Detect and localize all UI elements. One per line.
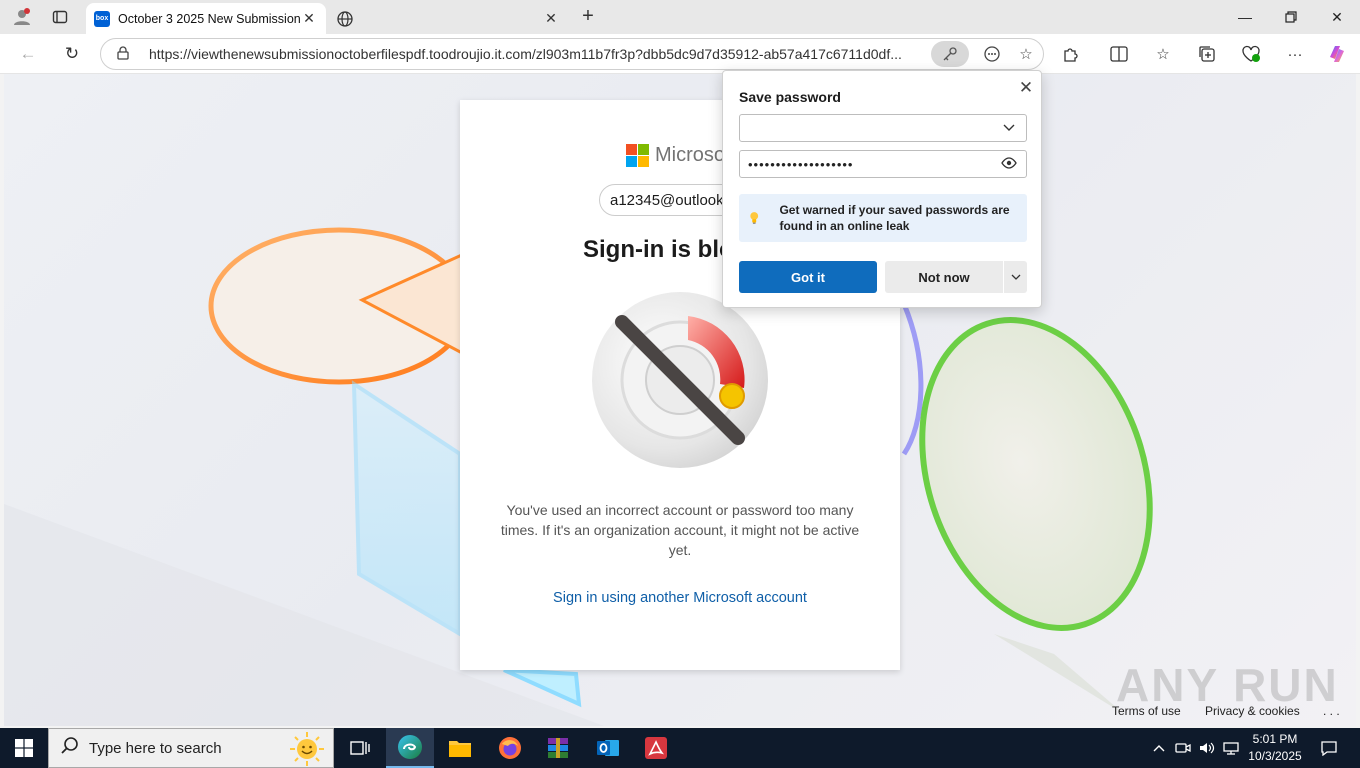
search-placeholder: Type here to search <box>89 739 222 757</box>
lock-icon[interactable] <box>117 45 133 63</box>
refresh-icon[interactable]: ↻ <box>58 41 86 67</box>
got-it-button[interactable]: Got it <box>739 261 877 293</box>
tab-close-icon[interactable]: ✕ <box>300 10 318 27</box>
firefox-icon[interactable] <box>486 728 534 768</box>
blocked-illustration-icon <box>592 292 768 468</box>
address-bar[interactable]: https://viewthenewsubmissionoctoberfiles… <box>100 38 1044 70</box>
leak-warning-text: Get warned if your saved passwords are f… <box>779 203 1010 233</box>
chevron-down-icon[interactable] <box>1000 121 1018 135</box>
read-aloud-icon[interactable] <box>975 41 1009 67</box>
taskbar-search-box[interactable]: Type here to search <box>48 728 334 768</box>
tab-new-page[interactable]: ✕ <box>330 3 566 34</box>
tab-close-icon[interactable]: ✕ <box>542 10 560 27</box>
minimize-icon[interactable]: — <box>1222 0 1268 34</box>
weather-sun-icon[interactable] <box>289 731 325 767</box>
volume-icon[interactable] <box>1196 728 1218 768</box>
back-arrow-icon[interactable]: ← <box>14 41 42 67</box>
collections-icon[interactable] <box>1192 41 1222 67</box>
task-view-icon[interactable] <box>336 728 384 768</box>
not-now-button[interactable]: Not now <box>885 261 1003 293</box>
outlook-icon[interactable] <box>584 728 632 768</box>
split-screen-icon[interactable] <box>1104 41 1134 67</box>
close-icon[interactable]: ✕ <box>1015 77 1037 99</box>
username-select[interactable] <box>739 114 1027 142</box>
file-explorer-icon[interactable] <box>436 728 484 768</box>
winrar-icon[interactable] <box>534 728 582 768</box>
favorite-star-icon[interactable]: ☆ <box>1009 41 1043 67</box>
acrobat-icon[interactable] <box>632 728 680 768</box>
key-icon[interactable] <box>931 41 969 67</box>
search-icon <box>61 736 79 760</box>
eye-icon[interactable] <box>1000 156 1018 172</box>
browser-tab-bar: box October 3 2025 New Submission ✕ ✕ + … <box>0 0 1360 34</box>
globe-icon <box>337 10 353 27</box>
lightbulb-icon <box>750 212 759 224</box>
tab-active[interactable]: box October 3 2025 New Submission ✕ <box>86 3 326 34</box>
sign-in-another-account-link[interactable]: Sign in using another Microsoft account <box>500 590 860 606</box>
error-message: You've used an incorrect account or pass… <box>500 502 860 558</box>
tab-title: October 3 2025 New Submission <box>118 11 300 26</box>
browser-toolbar: ← ↻ https://viewthenewsubmissionoctoberf… <box>0 34 1360 74</box>
clock-time: 5:01 PM <box>1252 732 1298 746</box>
microsoft-squares-icon <box>626 144 649 167</box>
password-field[interactable]: ••••••••••••••••••• <box>739 150 1027 178</box>
restore-icon[interactable] <box>1268 0 1314 34</box>
favorites-icon[interactable]: ☆ <box>1148 41 1178 67</box>
address-url[interactable]: https://viewthenewsubmissionoctoberfiles… <box>149 46 931 62</box>
windows-taskbar: Type here to search 5:01 PM 10/3/2025 <box>0 728 1360 768</box>
extensions-icon[interactable] <box>1056 41 1086 67</box>
tab-actions-icon[interactable] <box>48 6 72 28</box>
new-tab-button[interactable]: + <box>576 6 600 28</box>
terms-of-use-link[interactable]: Terms of use <box>1112 704 1181 718</box>
box-favicon-icon: box <box>94 10 110 27</box>
page-viewport: Microsoft a12345@outlook.com Sign-in is … <box>4 74 1356 726</box>
show-hidden-icons[interactable] <box>1148 728 1170 768</box>
save-password-dialog: Save password ✕ ••••••••••••••••••• Get … <box>722 70 1042 308</box>
footer-more-button[interactable]: . . . <box>1323 704 1340 718</box>
copilot-icon[interactable] <box>1322 41 1352 67</box>
not-now-dropdown-icon[interactable] <box>1004 261 1027 293</box>
browser-essentials-icon[interactable] <box>1236 41 1266 67</box>
dialog-title: Save password <box>739 89 841 105</box>
notifications-icon[interactable] <box>1314 728 1344 768</box>
microsoft-logo: Microsoft <box>626 144 736 167</box>
windows-start-icon[interactable] <box>0 728 48 768</box>
meet-now-icon[interactable] <box>1172 728 1194 768</box>
profile-icon[interactable] <box>10 6 34 28</box>
clock-date: 10/3/2025 <box>1248 749 1302 763</box>
close-window-icon[interactable]: ✕ <box>1314 0 1360 34</box>
privacy-cookies-link[interactable]: Privacy & cookies <box>1205 704 1300 718</box>
taskbar-clock[interactable]: 5:01 PM 10/3/2025 <box>1240 731 1310 765</box>
leak-warning-info: Get warned if your saved passwords are f… <box>739 194 1027 242</box>
more-options-icon[interactable]: ··· <box>1280 41 1310 67</box>
network-icon[interactable] <box>1220 728 1242 768</box>
edge-taskbar-icon[interactable] <box>386 728 434 768</box>
password-value: ••••••••••••••••••• <box>748 156 854 172</box>
